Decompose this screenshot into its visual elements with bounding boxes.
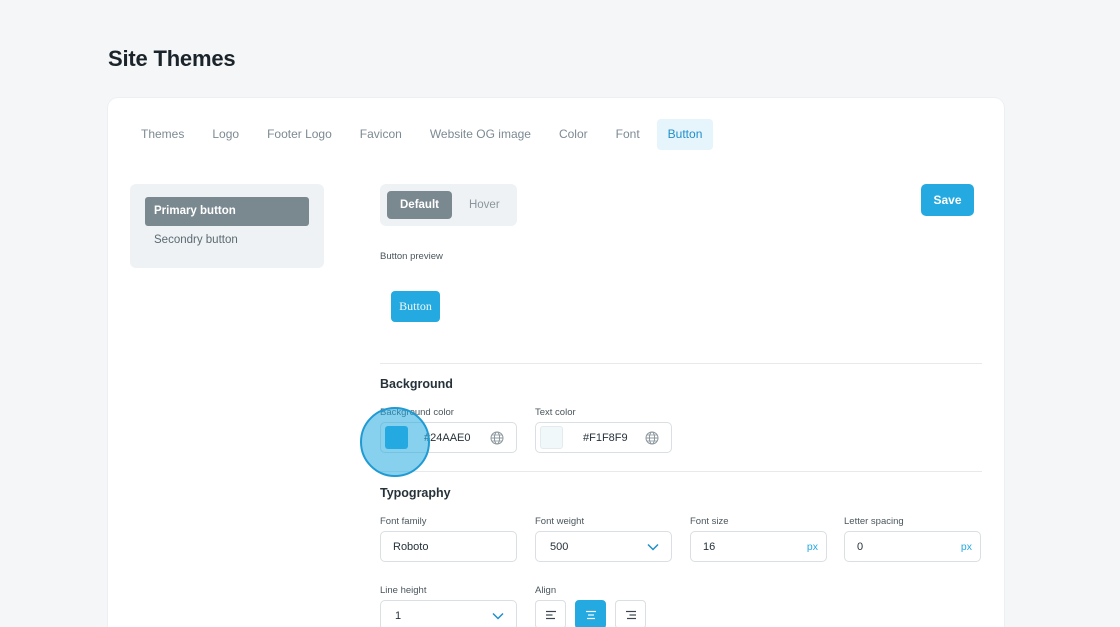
font-weight-value: 500 [550, 540, 569, 553]
align-left-button[interactable] [535, 600, 566, 627]
divider [380, 471, 982, 472]
tab-footer-logo[interactable]: Footer Logo [256, 119, 343, 150]
theme-tabs: Themes Logo Footer Logo Favicon Website … [130, 119, 714, 150]
text-color-value: #F1F8F9 [583, 431, 628, 444]
align-center-button[interactable] [575, 600, 606, 627]
tab-website-og-image[interactable]: Website OG image [419, 119, 542, 150]
align-center-icon [585, 610, 596, 619]
line-height-select[interactable]: 1 [380, 600, 517, 627]
button-type-nav: Primary button Secondry button [130, 184, 324, 268]
align-right-icon [625, 610, 636, 619]
state-hover-button[interactable]: Hover [456, 191, 513, 219]
tab-favicon[interactable]: Favicon [349, 119, 413, 150]
settings-card: Themes Logo Footer Logo Favicon Website … [108, 98, 1004, 627]
background-color-value: #24AAE0 [424, 431, 471, 444]
globe-icon[interactable] [490, 431, 504, 445]
globe-icon[interactable] [645, 431, 659, 445]
text-color-field[interactable]: #F1F8F9 [535, 422, 672, 453]
letter-spacing-input[interactable]: 0 px [844, 531, 981, 562]
line-height-value: 1 [395, 609, 402, 622]
font-family-label: Font family [380, 516, 427, 527]
typography-section-title: Typography [380, 486, 451, 500]
letter-spacing-label: Letter spacing [844, 516, 904, 527]
tab-themes[interactable]: Themes [130, 119, 195, 150]
page-title: Site Themes [108, 46, 236, 71]
font-size-value: 16 [703, 540, 716, 553]
font-size-label: Font size [690, 516, 729, 527]
font-size-input[interactable]: 16 px [690, 531, 827, 562]
chevron-down-icon [647, 543, 659, 551]
background-color-swatch[interactable] [385, 426, 408, 449]
letter-spacing-unit: px [960, 540, 972, 553]
background-color-label: Background color [380, 407, 454, 418]
text-color-swatch[interactable] [540, 426, 563, 449]
line-height-label: Line height [380, 585, 427, 596]
chevron-down-icon [492, 612, 504, 620]
state-toggle: Default Hover [380, 184, 517, 226]
font-weight-select[interactable]: 500 [535, 531, 672, 562]
tab-button[interactable]: Button [656, 119, 714, 150]
preview-label: Button preview [380, 251, 443, 262]
tab-color[interactable]: Color [548, 119, 599, 150]
tab-font[interactable]: Font [605, 119, 651, 150]
state-default-button[interactable]: Default [387, 191, 452, 219]
divider [380, 363, 982, 364]
align-right-button[interactable] [615, 600, 646, 627]
letter-spacing-value: 0 [857, 540, 864, 553]
tab-logo[interactable]: Logo [201, 119, 250, 150]
font-size-unit: px [806, 540, 818, 553]
background-section-title: Background [380, 377, 453, 391]
align-label: Align [535, 585, 557, 596]
subnav-item-primary-button[interactable]: Primary button [145, 197, 309, 226]
align-left-icon [545, 610, 556, 619]
font-weight-label: Font weight [535, 516, 585, 527]
font-family-value: Roboto [393, 540, 429, 553]
subnav-item-secondry-button[interactable]: Secondry button [145, 226, 309, 255]
background-color-field[interactable]: #24AAE0 [380, 422, 517, 453]
button-preview: Button [391, 291, 440, 322]
font-family-input[interactable]: Roboto [380, 531, 517, 562]
save-button[interactable]: Save [921, 184, 974, 216]
text-color-label: Text color [535, 407, 576, 418]
